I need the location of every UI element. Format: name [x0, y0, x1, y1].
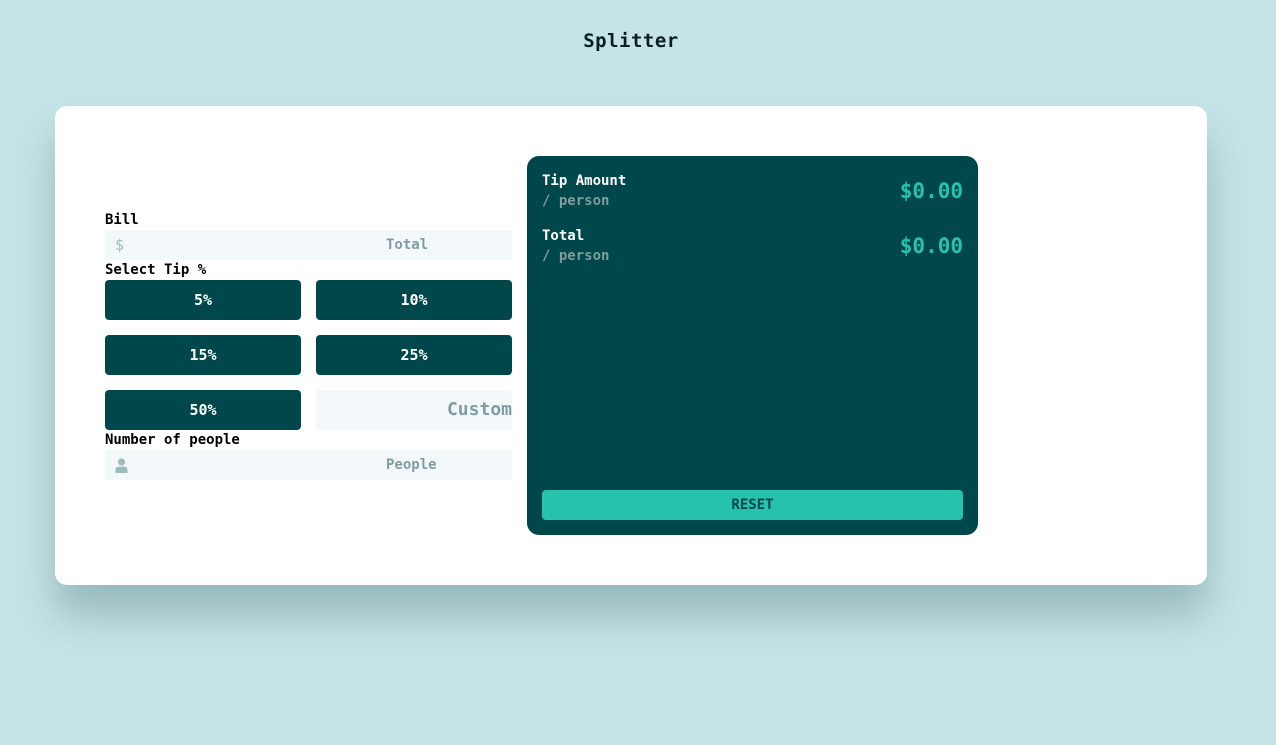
bill-placeholder: Total — [386, 237, 429, 253]
people-label: Number of people — [105, 432, 240, 448]
total-label: Total — [542, 228, 585, 244]
calculator-card: Bill $ Total Select Tip % 5% 10% 15% 25%… — [55, 106, 1207, 585]
results-panel: Tip Amount / person $0.00 Total / person… — [527, 156, 978, 535]
tip-amount-per-person: / person — [542, 193, 610, 209]
reset-button[interactable]: RESET — [542, 490, 963, 520]
tip-button-5[interactable]: 5% — [105, 280, 301, 320]
people-placeholder: People — [386, 457, 437, 473]
custom-tip-input[interactable]: Custom — [316, 390, 512, 430]
custom-tip-placeholder: Custom — [446, 399, 512, 420]
people-input[interactable]: People — [105, 450, 512, 480]
bill-input[interactable]: $ Total — [105, 230, 512, 260]
tip-button-10[interactable]: 10% — [316, 280, 512, 320]
tip-button-50[interactable]: 50% — [105, 390, 301, 430]
app-logo: Splitter — [583, 30, 679, 52]
tip-amount-value: $0.00 — [899, 179, 963, 203]
tip-button-15[interactable]: 15% — [105, 335, 301, 375]
bill-label: Bill — [105, 212, 139, 228]
total-value: $0.00 — [899, 234, 963, 258]
tip-button-25[interactable]: 25% — [316, 335, 512, 375]
total-per-person: / person — [542, 248, 610, 264]
select-tip-label: Select Tip % — [105, 262, 207, 278]
dollar-icon: $ — [115, 236, 125, 254]
person-icon — [115, 458, 128, 473]
tip-amount-label: Tip Amount — [542, 173, 627, 189]
